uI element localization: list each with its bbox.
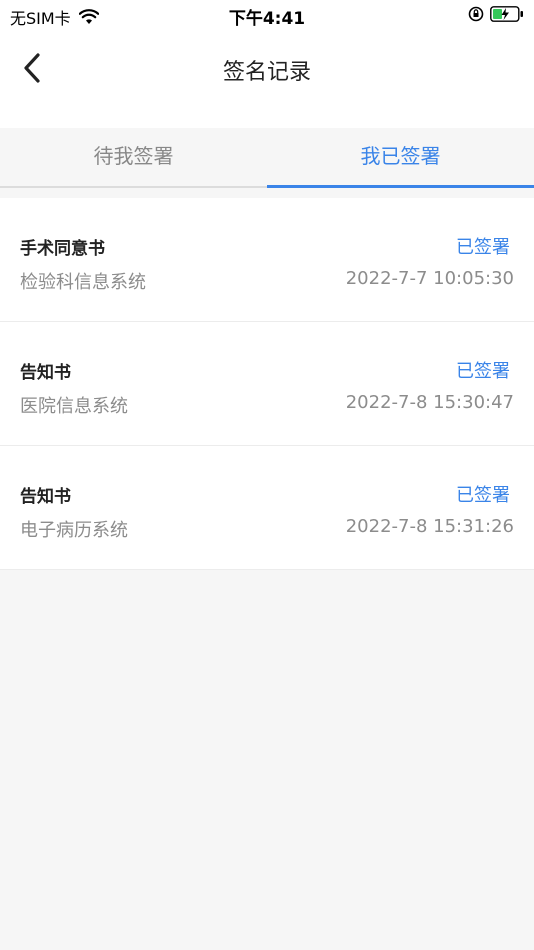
- tab-signed[interactable]: 我已签署: [267, 128, 534, 188]
- record-title: 手术同意书: [20, 239, 105, 259]
- tab-bar: 待我签署 我已签署: [0, 128, 534, 188]
- battery-charging-icon: [490, 6, 523, 22]
- record-system: 医院信息系统: [20, 396, 128, 417]
- record-list: 手术同意书 已签署 检验科信息系统 2022-7-7 10:05:30 告知书 …: [0, 198, 534, 570]
- status-badge: 已签署: [456, 485, 510, 506]
- list-item[interactable]: 告知书 已签署 电子病历系统 2022-7-8 15:31:26: [0, 446, 534, 570]
- rotation-lock-icon: [468, 6, 484, 22]
- status-right: [468, 6, 524, 22]
- record-time: 2022-7-7 10:05:30: [345, 268, 514, 289]
- record-title: 告知书: [20, 487, 71, 507]
- record-system: 检验科信息系统: [20, 272, 146, 293]
- status-time: 下午4:41: [228, 9, 306, 29]
- record-system: 电子病历系统: [20, 520, 128, 541]
- record-time: 2022-7-8 15:31:26: [345, 516, 514, 537]
- page-title: 签名记录: [222, 60, 311, 85]
- record-title: 告知书: [20, 363, 71, 383]
- status-badge: 已签署: [456, 361, 510, 382]
- record-time: 2022-7-8 15:30:47: [345, 392, 514, 413]
- list-item[interactable]: 告知书 已签署 医院信息系统 2022-7-8 15:30:47: [0, 322, 534, 446]
- screen: 无SIM卡 下午4:41 签名记录 待我签署 我已签署 手术同意书 已签署 检验…: [0, 0, 534, 950]
- nav-bar: 签名记录: [0, 30, 534, 128]
- status-badge: 已签署: [456, 237, 510, 258]
- tab-pending[interactable]: 待我签署: [0, 128, 267, 188]
- status-bar: 无SIM卡 下午4:41: [0, 0, 534, 30]
- list-item[interactable]: 手术同意书 已签署 检验科信息系统 2022-7-7 10:05:30: [0, 198, 534, 322]
